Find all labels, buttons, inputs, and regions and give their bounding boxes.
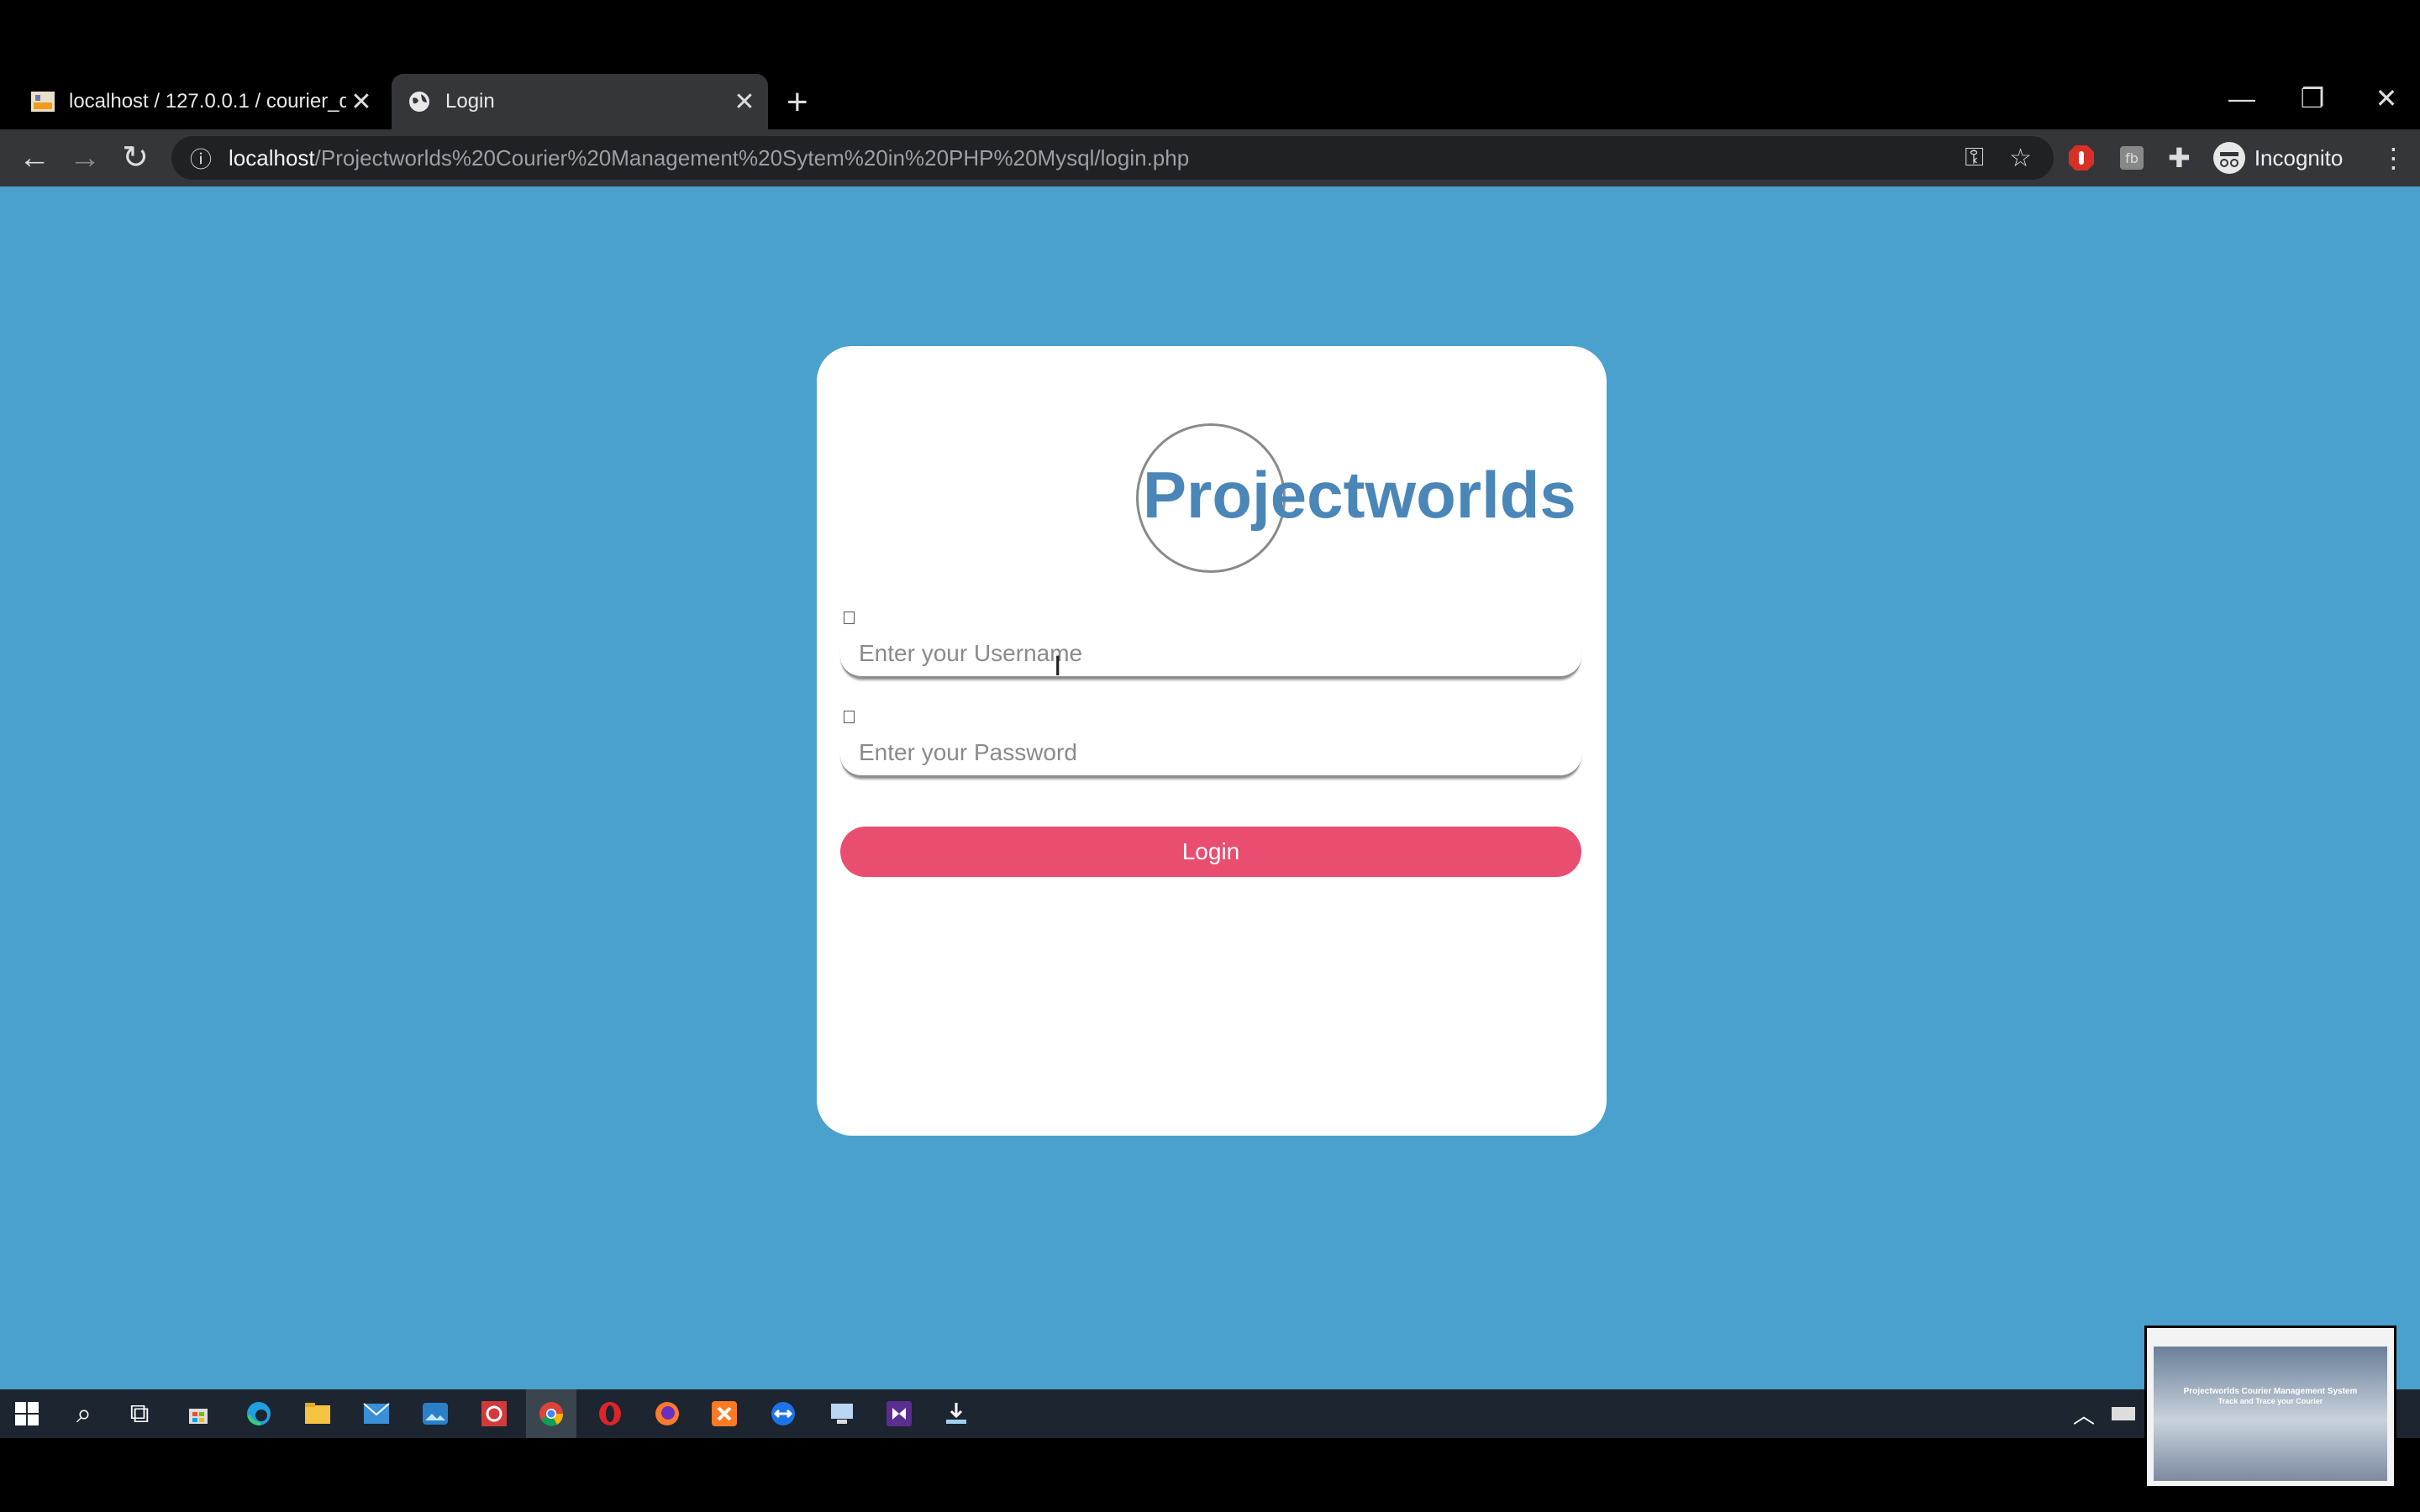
adblock-extension-icon[interactable]: [2067, 144, 2096, 172]
tab-phpmyadmin[interactable]: localhost / 127.0.0.1 / courier_db ✕: [15, 74, 385, 129]
windows-start-icon[interactable]: [2, 1389, 52, 1438]
store-icon[interactable]: [173, 1389, 224, 1438]
teamviewer-icon[interactable]: [758, 1389, 808, 1438]
reload-icon[interactable]: ↻: [113, 129, 158, 186]
restore-icon[interactable]: ❐: [2287, 77, 2338, 119]
address-bar[interactable]: ⓘ localhost/Projectworlds%20Courier%20Ma…: [171, 136, 2054, 180]
tab-title: localhost / 127.0.0.1 / courier_db: [69, 90, 346, 113]
lock-icon: [844, 711, 855, 723]
star-icon[interactable]: ☆: [2009, 144, 2032, 173]
login-button[interactable]: Login: [840, 827, 1581, 877]
incognito-icon: [2212, 142, 2245, 174]
taskbar: ⌕ ⧉ ︿: [0, 1389, 2420, 1438]
firefox-icon[interactable]: [642, 1389, 692, 1438]
network-icon[interactable]: [2099, 1389, 2149, 1438]
page-viewport: Projectworlds Login: [0, 186, 2420, 1389]
visual-studio-icon[interactable]: [874, 1389, 924, 1438]
logo-text: Projectworlds: [1143, 458, 1576, 532]
photos-icon[interactable]: [410, 1389, 460, 1438]
task-view-icon[interactable]: ⧉: [114, 1389, 165, 1438]
preview-image: Projectworlds Courier Management System …: [2154, 1347, 2387, 1481]
tab-close-icon[interactable]: ✕: [346, 87, 376, 117]
search-icon[interactable]: ⌕: [59, 1389, 109, 1438]
incognito-profile-button[interactable]: Incognito: [2212, 141, 2344, 175]
edge-icon[interactable]: [234, 1389, 284, 1438]
phpmyadmin-favicon-icon: [31, 92, 55, 112]
tab-login[interactable]: Login ✕: [392, 74, 768, 129]
menu-kebab-icon[interactable]: ⋮: [2380, 142, 2407, 174]
remote-desktop-icon[interactable]: [817, 1389, 867, 1438]
extensions-puzzle-icon[interactable]: ✚: [2168, 142, 2191, 174]
extension-icon[interactable]: fb: [2118, 144, 2146, 172]
tab-close-icon[interactable]: ✕: [729, 87, 760, 117]
url-text[interactable]: localhost/Projectworlds%20Courier%20Mana…: [229, 145, 1189, 171]
username-input[interactable]: [840, 630, 1581, 679]
preview-subtitle: Track and Trace your Courier: [2217, 1397, 2323, 1405]
opera-icon[interactable]: [585, 1389, 635, 1438]
logo: Projectworlds: [1136, 423, 1607, 575]
back-icon[interactable]: ←: [12, 129, 57, 186]
close-window-icon[interactable]: ✕: [2361, 77, 2412, 119]
mail-icon[interactable]: [351, 1389, 402, 1438]
taskbar-preview-thumbnail[interactable]: Projectworlds Courier Management System …: [2144, 1326, 2396, 1488]
forward-icon[interactable]: →: [62, 129, 108, 186]
globe-icon: [409, 92, 429, 112]
minimize-icon[interactable]: —: [2217, 77, 2267, 119]
tab-title: Login: [445, 90, 495, 113]
password-input[interactable]: [840, 729, 1581, 778]
svg-text:fb: fb: [2125, 150, 2139, 166]
new-tab-icon[interactable]: +: [786, 79, 808, 126]
user-icon: [844, 612, 855, 624]
tab-strip: localhost / 127.0.0.1 / courier_db ✕ Log…: [0, 74, 2420, 129]
key-icon[interactable]: ⚿: [1965, 144, 1984, 172]
installer-icon[interactable]: [931, 1389, 981, 1438]
xampp-icon[interactable]: [699, 1389, 750, 1438]
text-cursor-icon: I: [1054, 650, 1062, 682]
profile-label: Incognito: [2254, 144, 2344, 171]
settings-app-icon[interactable]: [469, 1389, 519, 1438]
file-explorer-icon[interactable]: [292, 1389, 343, 1438]
chrome-icon[interactable]: [526, 1389, 576, 1438]
browser-toolbar: ← → ↻ ⓘ localhost/Projectworlds%20Courie…: [0, 129, 2420, 186]
site-info-icon[interactable]: ⓘ: [190, 143, 212, 174]
preview-title: Projectworlds Courier Management System: [2183, 1387, 2358, 1396]
login-card: Projectworlds Login: [817, 346, 1607, 1136]
